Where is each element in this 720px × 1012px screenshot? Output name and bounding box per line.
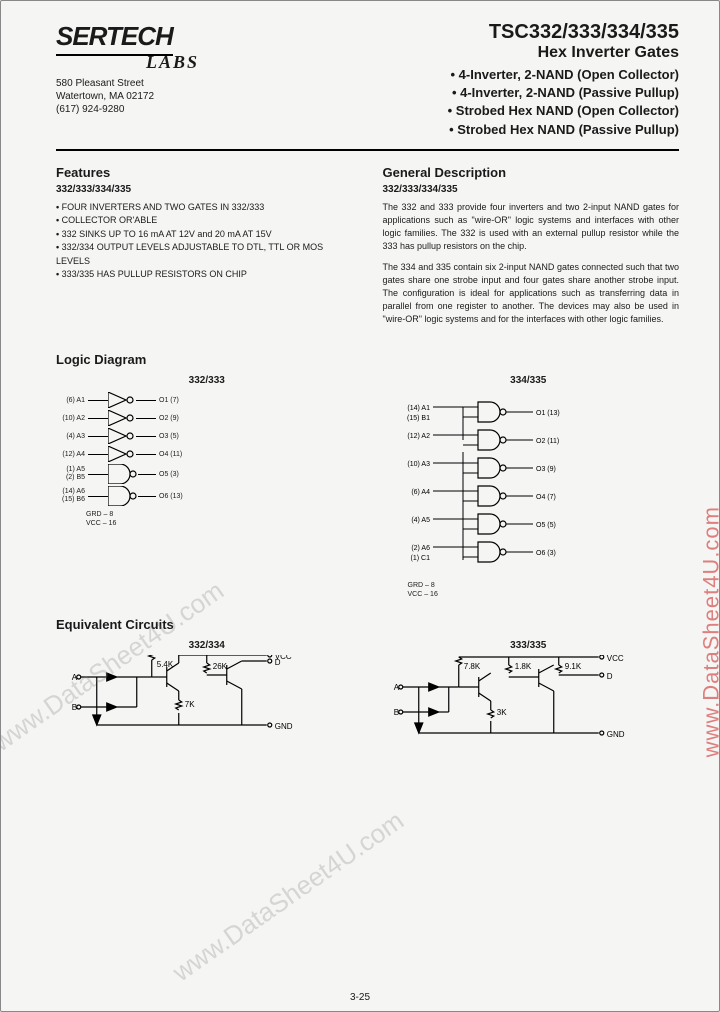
features-column: Features 332/333/334/335 FOUR INVERTERS …: [56, 165, 353, 334]
feature-item: 332/334 OUTPUT LEVELS ADJUSTABLE TO DTL,…: [56, 241, 353, 268]
gate-row: (12) A4 O4 (11): [56, 446, 358, 462]
svg-text:(6) A4: (6) A4: [411, 489, 430, 496]
feature-item: FOUR INVERTERS AND TWO GATES IN 332/333: [56, 201, 353, 215]
description-heading: General Description: [383, 165, 680, 180]
equiv-left: 332/334 A B: [56, 640, 358, 777]
company-phone: (617) 924-9280: [56, 103, 256, 116]
nand-gate-icon: [108, 464, 138, 484]
svg-text:(12) A2: (12) A2: [407, 433, 430, 440]
equiv-heading: Equivalent Circuits: [56, 617, 679, 632]
description-column: General Description 332/333/334/335 The …: [383, 165, 680, 334]
svg-text:(2) A6: (2) A6: [411, 545, 430, 552]
title-bullet: • Strobed Hex NAND (Open Collector): [279, 102, 679, 120]
title-bullet: • 4-Inverter, 2-NAND (Open Collector): [279, 66, 679, 84]
watermark-gray: www.DataSheet4U.com: [167, 805, 410, 988]
feature-item: 332 SINKS UP TO 16 mA AT 12V and 20 mA A…: [56, 228, 353, 242]
inverter-icon: [108, 392, 136, 408]
equivalent-circuits: 332/334 A B: [56, 640, 679, 777]
svg-text:O1 (13): O1 (13): [536, 410, 560, 417]
company-logo: SERTECH: [56, 21, 173, 56]
svg-text:O3 (9): O3 (9): [536, 466, 556, 473]
gate-row: (6) A1 O1 (7): [56, 392, 358, 408]
address-line: 580 Pleasant Street: [56, 77, 256, 90]
features-sub: 332/333/334/335: [56, 184, 353, 195]
resistor-label: 26K: [213, 662, 228, 671]
logic-diagram-left: 332/333 (6) A1 O1 (7) (10) A2 O2 (9): [56, 375, 358, 599]
svg-text:(1) C1: (1) C1: [410, 555, 430, 562]
company-sublabel: LABS: [146, 52, 256, 73]
svg-text:GND: GND: [606, 730, 624, 739]
title-bullet: • 4-Inverter, 2-NAND (Passive Pullup): [279, 84, 679, 102]
label-gnd: GND: [275, 722, 293, 731]
feature-item: 333/335 HAS PULLUP RESISTORS ON CHIP: [56, 268, 353, 282]
part-number-title: TSC332/333/334/335: [279, 21, 679, 44]
page-number: 3-25: [350, 992, 370, 1003]
diagram-title: 334/335: [378, 375, 680, 386]
inverter-rows: (6) A1 O1 (7) (10) A2 O2 (9) (4) A3: [56, 392, 358, 506]
svg-text:1.8K: 1.8K: [514, 662, 531, 671]
watermark-red: www.DataSheet4U.com: [698, 506, 720, 757]
svg-text:9.1K: 9.1K: [564, 662, 581, 671]
header: SERTECH LABS 580 Pleasant Street Waterto…: [56, 21, 679, 139]
power-pins: GRD – 8 VCC – 16: [408, 581, 680, 599]
title-block: TSC332/333/334/335 Hex Inverter Gates • …: [279, 21, 679, 139]
logic-diagram-right: 334/335 (14) A1 (15) B1 O1 (13) (12) A2 O2 (…: [378, 375, 680, 599]
equiv-right: 333/335 A B 7.8K: [378, 640, 680, 777]
nand-gate-icon: [108, 486, 138, 506]
resistor-label: 7K: [185, 700, 195, 709]
datasheet-page: SERTECH LABS 580 Pleasant Street Waterto…: [0, 0, 720, 1012]
equiv-title: 332/334: [56, 640, 358, 651]
header-divider: [56, 149, 679, 151]
address-line: Watertown, MA 02172: [56, 90, 256, 103]
title-bullet: • Strobed Hex NAND (Passive Pullup): [279, 121, 679, 139]
company-address: 580 Pleasant Street Watertown, MA 02172 …: [56, 77, 256, 116]
label-d: D: [275, 658, 281, 667]
gate-row: (4) A3 O3 (5): [56, 428, 358, 444]
features-list: FOUR INVERTERS AND TWO GATES IN 332/333 …: [56, 201, 353, 282]
content-columns: Features 332/333/334/335 FOUR INVERTERS …: [56, 165, 679, 334]
equiv-circuit-right: A B 7.8K VCC: [378, 655, 680, 775]
equiv-circuit-left: A B 5.4K: [56, 655, 358, 775]
description-paragraph: The 334 and 335 contain six 2-input NAND…: [383, 261, 680, 326]
gate-row: (1) A5 (2) B5 O5 (3): [56, 464, 358, 484]
strobed-nand-diagram: (14) A1 (15) B1 O1 (13) (12) A2 O2 (11) (10) …: [378, 392, 628, 572]
equiv-title: 333/335: [378, 640, 680, 651]
svg-text:3K: 3K: [496, 708, 506, 717]
svg-text:O4 (7): O4 (7): [536, 494, 556, 501]
logic-diagrams: 332/333 (6) A1 O1 (7) (10) A2 O2 (9): [56, 375, 679, 599]
inverter-icon: [108, 446, 136, 462]
svg-text:(10) A3: (10) A3: [407, 461, 430, 468]
description-paragraph: The 332 and 333 provide four inverters a…: [383, 201, 680, 253]
svg-text:(14) A1: (14) A1: [407, 405, 430, 412]
gate-row: (14) A6 (15) B6 O6 (13): [56, 486, 358, 506]
description-sub: 332/333/334/335: [383, 184, 680, 195]
gate-row: (10) A2 O2 (9): [56, 410, 358, 426]
svg-text:O6 (3): O6 (3): [536, 550, 556, 557]
feature-item: COLLECTOR OR'ABLE: [56, 214, 353, 228]
svg-text:(15) B1: (15) B1: [407, 415, 430, 422]
logic-diagram-heading: Logic Diagram: [56, 352, 679, 367]
svg-text:D: D: [606, 672, 612, 681]
svg-text:(4) A5: (4) A5: [411, 517, 430, 524]
features-heading: Features: [56, 165, 353, 180]
part-subtitle: Hex Inverter Gates: [279, 44, 679, 62]
svg-text:VCC: VCC: [606, 655, 623, 663]
inverter-icon: [108, 410, 136, 426]
power-pins: GRD – 8 VCC – 16: [86, 510, 358, 528]
company-block: SERTECH LABS 580 Pleasant Street Waterto…: [56, 21, 256, 116]
inverter-icon: [108, 428, 136, 444]
diagram-title: 332/333: [56, 375, 358, 386]
svg-text:7.8K: 7.8K: [463, 662, 480, 671]
svg-text:O2 (11): O2 (11): [536, 438, 559, 445]
svg-text:O5 (5): O5 (5): [536, 522, 556, 529]
